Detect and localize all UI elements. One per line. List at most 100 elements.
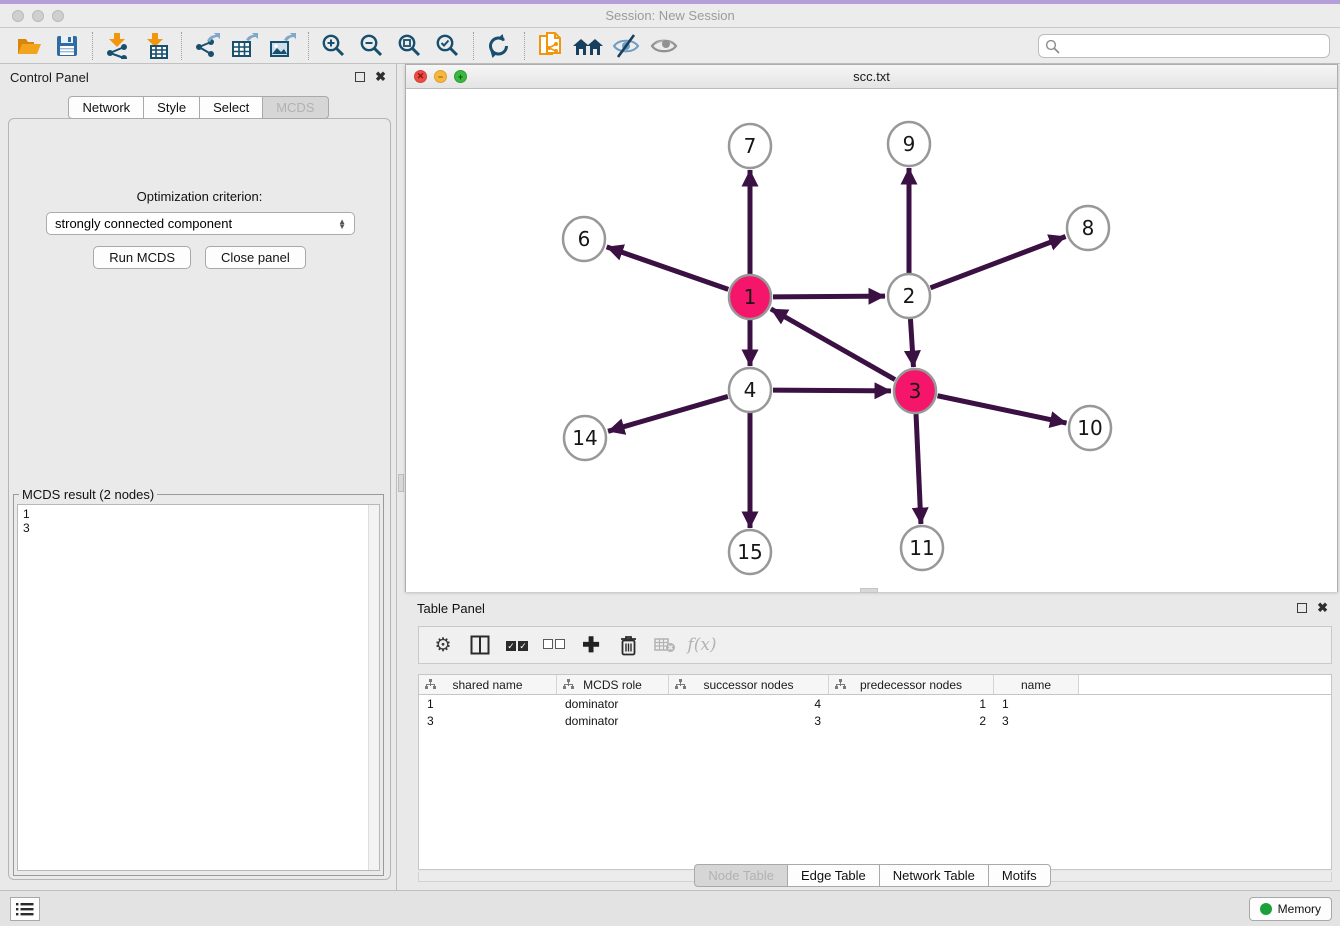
network-canvas[interactable]: 7 9 6 8 1 2 4 3 14 10 15 11	[406, 89, 1337, 592]
run-mcds-button[interactable]: Run MCDS	[93, 246, 191, 269]
graph-node-3[interactable]: 3	[894, 369, 936, 413]
graph-edge-2-8[interactable]	[931, 237, 1066, 288]
close-window-button[interactable]	[12, 10, 24, 22]
minimize-window-button[interactable]	[32, 10, 44, 22]
delete-column-button[interactable]	[614, 631, 642, 659]
table-row[interactable]: 3 dominator 3 2 3	[419, 712, 1331, 729]
graph-node-15[interactable]: 15	[729, 530, 771, 574]
graph-node-4[interactable]: 4	[729, 368, 771, 412]
horizontal-splitter-grip[interactable]	[860, 588, 878, 593]
zoom-in-button[interactable]	[315, 30, 353, 62]
tab-node-table[interactable]: Node Table	[694, 864, 788, 887]
home-button[interactable]	[569, 30, 607, 62]
export-network-button[interactable]	[188, 30, 226, 62]
column-shared-name[interactable]: shared name	[419, 675, 557, 694]
close-panel-icon[interactable]: ✖	[375, 72, 386, 82]
graph-edge-1-2[interactable]	[773, 296, 885, 297]
result-scrollbar[interactable]	[368, 505, 379, 870]
svg-text:1: 1	[744, 285, 757, 309]
svg-text:7: 7	[744, 134, 757, 158]
tree-icon	[425, 679, 436, 690]
column-name[interactable]: name	[994, 675, 1079, 694]
graph-edge-3-11[interactable]	[916, 414, 921, 524]
tab-network[interactable]: Network	[68, 96, 144, 119]
memory-status-icon	[1260, 903, 1272, 915]
delete-table-button[interactable]	[651, 631, 679, 659]
tab-edge-table[interactable]: Edge Table	[788, 864, 880, 887]
zoom-fit-button[interactable]	[391, 30, 429, 62]
eye-icon	[650, 33, 678, 59]
graph-node-7[interactable]: 7	[729, 124, 771, 168]
import-table-button[interactable]	[137, 30, 175, 62]
eye-slash-icon	[612, 33, 640, 59]
graph-edge-3-1[interactable]	[771, 309, 895, 380]
show-columns-button[interactable]	[466, 631, 494, 659]
column-successor-nodes[interactable]: successor nodes	[669, 675, 829, 694]
close-panel-button[interactable]: Close panel	[205, 246, 306, 269]
float-panel-icon[interactable]	[355, 72, 365, 82]
graph-edge-1-6[interactable]	[607, 247, 729, 289]
close-table-panel-icon[interactable]: ✖	[1317, 603, 1328, 613]
save-session-button[interactable]	[48, 30, 86, 62]
export-image-button[interactable]	[264, 30, 302, 62]
cell-shared-name: 1	[419, 697, 557, 711]
network-minimize-button[interactable]: −	[434, 70, 447, 83]
open-folder-icon	[16, 34, 42, 58]
add-column-button[interactable]: ✚	[577, 631, 605, 659]
select-all-button[interactable]: ✓✓	[503, 631, 531, 659]
graph-node-14[interactable]: 14	[564, 416, 606, 460]
network-close-button[interactable]: ✕	[414, 70, 427, 83]
column-mcds-role[interactable]: MCDS role	[557, 675, 669, 694]
search-box[interactable]	[1038, 34, 1330, 58]
search-input[interactable]	[1060, 39, 1323, 53]
mcds-result-textarea[interactable]: 1 3	[18, 505, 379, 870]
tab-network-table[interactable]: Network Table	[880, 864, 989, 887]
tab-mcds[interactable]: MCDS	[263, 96, 328, 119]
graph-node-8[interactable]: 8	[1067, 206, 1109, 250]
graph-node-11[interactable]: 11	[901, 526, 943, 570]
tab-select[interactable]: Select	[200, 96, 263, 119]
open-session-button[interactable]	[10, 30, 48, 62]
tab-style[interactable]: Style	[144, 96, 200, 119]
table-row[interactable]: 1 dominator 4 1 1	[419, 695, 1331, 712]
float-table-panel-icon[interactable]	[1297, 603, 1307, 613]
export-table-button[interactable]	[226, 30, 264, 62]
deselect-all-button[interactable]	[540, 631, 568, 659]
task-history-button[interactable]	[10, 897, 40, 921]
graph-edge-3-10[interactable]	[938, 396, 1067, 423]
copy-network-view-button[interactable]	[531, 30, 569, 62]
table-header-row: shared name MCDS role successor nodes pr…	[419, 675, 1331, 695]
svg-text:11: 11	[909, 536, 934, 560]
show-graphics-details-button[interactable]	[645, 30, 683, 62]
graph-node-1[interactable]: 1	[729, 275, 771, 319]
tab-motifs[interactable]: Motifs	[989, 864, 1051, 887]
copy-network-icon	[536, 32, 564, 60]
zoom-out-button[interactable]	[353, 30, 391, 62]
graph-node-10[interactable]: 10	[1069, 406, 1111, 450]
graph-edge-4-3[interactable]	[773, 390, 891, 391]
graph-edge-2-3[interactable]	[910, 319, 913, 367]
list-icon	[16, 902, 34, 916]
memory-button[interactable]: Memory	[1249, 897, 1332, 921]
maximize-window-button[interactable]	[52, 10, 64, 22]
network-window-title: scc.txt	[853, 69, 890, 84]
graph-edge-4-14[interactable]	[608, 396, 728, 431]
network-maximize-button[interactable]: +	[454, 70, 467, 83]
splitter-grip[interactable]	[398, 474, 404, 492]
vertical-splitter[interactable]	[397, 64, 405, 890]
refresh-view-button[interactable]	[480, 30, 518, 62]
network-window-titlebar[interactable]: ✕ − + scc.txt	[406, 65, 1337, 89]
network-view-window: ✕ − + scc.txt 7 9 6 8 1 2 4 3 14 10 15 11	[405, 64, 1338, 592]
graph-node-2[interactable]: 2	[888, 274, 930, 318]
graph-node-6[interactable]: 6	[563, 217, 605, 261]
table-settings-button[interactable]: ⚙	[429, 631, 457, 659]
graph-node-9[interactable]: 9	[888, 122, 930, 166]
function-builder-button[interactable]: f(x)	[688, 631, 716, 659]
column-predecessor-nodes[interactable]: predecessor nodes	[829, 675, 994, 694]
unchecked-boxes-icon	[542, 636, 566, 654]
svg-text:10: 10	[1077, 416, 1102, 440]
zoom-selected-button[interactable]	[429, 30, 467, 62]
criterion-select[interactable]: strongly connected component ▲▼	[46, 212, 355, 235]
import-network-button[interactable]	[99, 30, 137, 62]
hide-graphics-details-button[interactable]	[607, 30, 645, 62]
